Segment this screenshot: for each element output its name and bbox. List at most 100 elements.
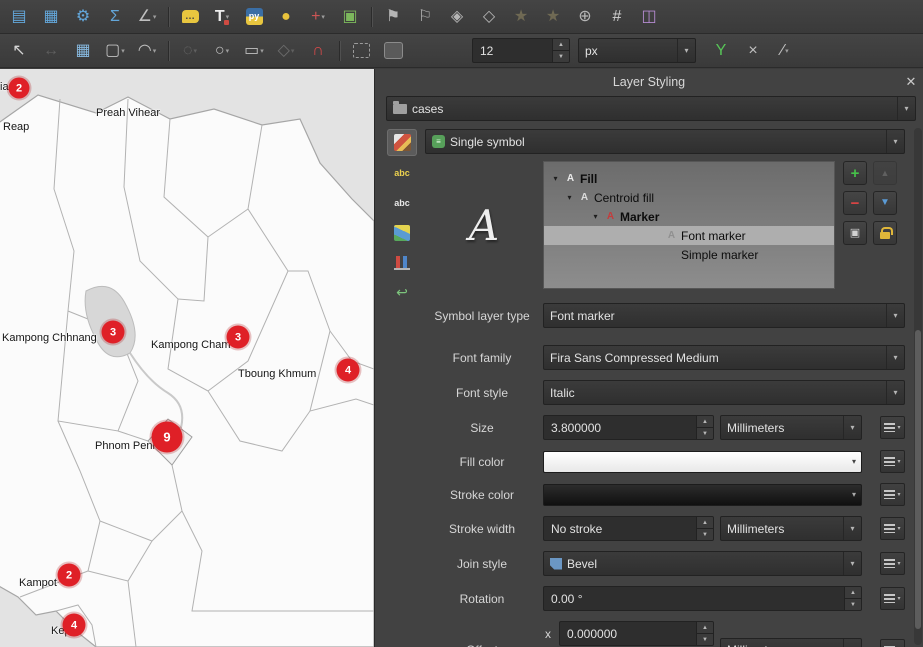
size-unit-select[interactable]: Millimeters bbox=[720, 415, 862, 440]
step-up-icon[interactable] bbox=[845, 587, 861, 599]
spinner-steppers[interactable] bbox=[552, 39, 569, 62]
pan-icon[interactable]: ↔ bbox=[36, 37, 66, 65]
move-up-button[interactable]: ▲ bbox=[873, 161, 897, 185]
step-up-icon[interactable] bbox=[697, 416, 713, 428]
measure-icon[interactable]: ∠ bbox=[132, 3, 162, 31]
node-edit-icon[interactable]: ▢ bbox=[100, 37, 130, 65]
offset-x-input[interactable]: 0.000000 bbox=[559, 621, 714, 646]
join-style-select[interactable]: Bevel bbox=[543, 551, 862, 576]
data-defined-override-button[interactable] bbox=[880, 416, 905, 439]
expand-arrow-icon[interactable]: ▾ bbox=[590, 212, 601, 221]
options-gear-icon[interactable]: ⚙ bbox=[68, 3, 98, 31]
grid-hash-icon[interactable]: # bbox=[602, 3, 632, 31]
add-symbol-layer-button[interactable]: + bbox=[843, 161, 867, 185]
dashed-selection-icon[interactable] bbox=[346, 37, 376, 65]
delete-icon[interactable]: × bbox=[738, 37, 768, 65]
blank-box-icon[interactable] bbox=[378, 37, 408, 65]
remove-symbol-layer-button[interactable]: − bbox=[843, 191, 867, 215]
symbol-layer-type-select[interactable]: Font marker bbox=[543, 303, 905, 328]
expand-arrow-icon[interactable]: ▾ bbox=[564, 193, 575, 202]
log-book-icon[interactable]: ▤ bbox=[4, 3, 34, 31]
font-family-select[interactable]: Fira Sans Compressed Medium bbox=[543, 345, 905, 370]
map-tips-icon[interactable]: … bbox=[175, 3, 205, 31]
arc-tool-icon[interactable]: ◠ bbox=[132, 37, 162, 65]
data-defined-override-button[interactable] bbox=[880, 517, 905, 540]
attribute-table-icon[interactable]: ▦ bbox=[36, 3, 66, 31]
text-annotation-icon[interactable]: T bbox=[207, 3, 237, 31]
step-down-icon[interactable] bbox=[697, 428, 713, 439]
map-place-label: Reap bbox=[3, 121, 29, 133]
data-defined-override-button[interactable] bbox=[880, 552, 905, 575]
label-flag-icon[interactable]: ⚑ bbox=[378, 3, 408, 31]
stroke-width-input[interactable]: No stroke bbox=[543, 516, 714, 541]
pointer-icon[interactable]: ↖ bbox=[4, 37, 34, 65]
mask-tab[interactable]: abc bbox=[387, 189, 417, 216]
circle-tool-icon[interactable]: ◌ bbox=[175, 37, 205, 65]
stroke-color-button[interactable] bbox=[543, 484, 862, 506]
step-up-icon[interactable] bbox=[697, 622, 713, 634]
spinner-steppers[interactable] bbox=[844, 587, 861, 610]
view-3d-tab[interactable] bbox=[387, 219, 417, 246]
map-place-label: Preah Vihear bbox=[96, 107, 160, 119]
spinner-steppers[interactable] bbox=[696, 517, 713, 540]
font-size-input[interactable]: 12 bbox=[472, 38, 570, 63]
star-icon[interactable]: ★ bbox=[506, 3, 536, 31]
label-diamond-icon[interactable]: ◈ bbox=[442, 3, 472, 31]
expand-arrow-icon[interactable]: ▾ bbox=[550, 174, 561, 183]
spinner-steppers[interactable] bbox=[696, 416, 713, 439]
move-crosshair-icon[interactable]: + bbox=[303, 3, 333, 31]
font-units-select[interactable]: px bbox=[578, 38, 696, 63]
step-down-icon[interactable] bbox=[697, 634, 713, 645]
star-outline-icon[interactable]: ★ bbox=[538, 3, 568, 31]
step-down-icon[interactable] bbox=[697, 529, 713, 540]
diagram-overlay-icon[interactable]: ◫ bbox=[634, 3, 664, 31]
snapping-magnet-icon[interactable]: ∩ bbox=[303, 37, 333, 65]
symbol-layer-row[interactable]: ▾ A Marker bbox=[544, 207, 834, 226]
polygon-tool-icon[interactable]: ◇ bbox=[271, 37, 301, 65]
osm-plugin-icon[interactable]: ● bbox=[271, 3, 301, 31]
symbol-layer-row[interactable]: ▾ A Fill bbox=[544, 169, 834, 188]
map-canvas[interactable]: iaReapPreah VihearKampong ChhnangKampong… bbox=[0, 69, 374, 647]
labels-tab[interactable]: abc bbox=[387, 159, 417, 186]
rotation-input[interactable]: 0.00 ° bbox=[543, 586, 862, 611]
statistics-sigma-icon[interactable]: Σ bbox=[100, 3, 130, 31]
offset-unit-select[interactable]: Millimeters bbox=[720, 638, 862, 647]
diagram-tab[interactable] bbox=[387, 249, 417, 276]
layout-grid-icon[interactable]: ▦ bbox=[68, 37, 98, 65]
merge-lines-icon[interactable]: Y bbox=[706, 37, 736, 65]
scrollbar-thumb[interactable] bbox=[915, 330, 921, 630]
stroke-width-unit-select[interactable]: Millimeters bbox=[720, 516, 862, 541]
georeferencer-icon[interactable]: ▣ bbox=[335, 3, 365, 31]
symbology-tab[interactable] bbox=[387, 129, 417, 156]
symbol-layer-row[interactable]: ▾ A Centroid fill bbox=[544, 188, 834, 207]
close-icon[interactable]: ✕ bbox=[903, 74, 919, 90]
label-diamond-outline-icon[interactable]: ◇ bbox=[474, 3, 504, 31]
step-down-icon[interactable] bbox=[845, 599, 861, 610]
history-tab[interactable]: ↩ bbox=[387, 279, 417, 306]
pin-icon[interactable]: ⊕ bbox=[570, 3, 600, 31]
rectangle-tool-icon[interactable]: ▭ bbox=[239, 37, 269, 65]
fill-color-button[interactable] bbox=[543, 451, 862, 473]
ellipse-tool-icon[interactable]: ○ bbox=[207, 37, 237, 65]
slash-tool-icon[interactable]: ∕ bbox=[770, 37, 800, 65]
symbol-layer-row[interactable]: Simple marker bbox=[544, 245, 834, 264]
data-defined-override-button[interactable] bbox=[880, 587, 905, 610]
data-defined-override-button[interactable] bbox=[880, 639, 905, 647]
data-defined-override-button[interactable] bbox=[880, 450, 905, 473]
python-console-icon[interactable]: py bbox=[239, 3, 269, 31]
spinner-steppers[interactable] bbox=[696, 622, 713, 645]
label-flag-outline-icon[interactable]: ⚐ bbox=[410, 3, 440, 31]
step-up-icon[interactable] bbox=[553, 39, 569, 51]
font-style-select[interactable]: Italic bbox=[543, 380, 905, 405]
duplicate-symbol-layer-button[interactable]: ▣ bbox=[843, 221, 867, 245]
renderer-select[interactable]: ≡ Single symbol bbox=[425, 129, 905, 154]
step-down-icon[interactable] bbox=[553, 51, 569, 62]
size-input[interactable]: 3.800000 bbox=[543, 415, 714, 440]
step-up-icon[interactable] bbox=[697, 517, 713, 529]
panel-scrollbar[interactable] bbox=[914, 128, 922, 645]
move-down-button[interactable]: ▼ bbox=[873, 191, 897, 215]
data-defined-override-button[interactable] bbox=[880, 483, 905, 506]
lock-colors-button[interactable] bbox=[873, 221, 897, 245]
symbol-layer-row[interactable]: A Font marker bbox=[544, 226, 834, 245]
layer-select[interactable]: cases bbox=[386, 96, 916, 121]
